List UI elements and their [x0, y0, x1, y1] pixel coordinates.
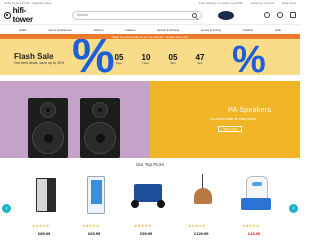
nav-item-outdoor[interactable]: Outdoor [242, 28, 253, 32]
fridge-image [36, 178, 56, 212]
flash-sale-subtitle: Our best deals, save up to 30% [14, 61, 65, 65]
product-card[interactable]: ★★★★★ £59.99 [128, 170, 168, 250]
product-image[interactable] [131, 174, 165, 220]
percent-graphic: % [72, 39, 115, 75]
tweeter [92, 102, 108, 118]
product-card[interactable]: ★★★★★ £69.99 [76, 170, 116, 250]
logo-icon [4, 11, 11, 19]
percent-graphic: % [232, 39, 266, 75]
logo[interactable]: hifi-tower [4, 6, 44, 24]
countdown-timer: 05 Days 10 Hours 05 Mins 47 Secs [110, 53, 209, 65]
deal-badge-icon[interactable] [218, 10, 234, 20]
water-dispenser-image [87, 176, 105, 214]
accessory-box-image [241, 198, 271, 210]
tweeter [40, 102, 56, 118]
countdown-seconds: 47 Secs [191, 53, 209, 65]
nav-item-audio[interactable]: Audio [19, 28, 27, 32]
product-carousel: ‹ ★★★★★ £89.99 ★★★★★ £69.99 ★★★★★ £59.99… [0, 170, 300, 250]
search-input[interactable] [77, 12, 167, 18]
speaker-image [80, 98, 120, 158]
header-icons [264, 12, 296, 18]
trolley-image [131, 184, 165, 208]
product-image[interactable] [186, 174, 218, 220]
wishlist-icon[interactable] [277, 12, 283, 18]
account-icon[interactable] [264, 12, 270, 18]
countdown-value: 10 [141, 53, 151, 62]
countdown-label: Days [116, 62, 122, 65]
product-price: £59.99 [140, 231, 153, 236]
hero-subtitle: Loud and clear at every event [210, 117, 257, 121]
nav-item-home-living[interactable]: Home & Living [201, 28, 221, 32]
countdown-days: 05 Days [110, 53, 128, 65]
delivery-note: Order before 15:00 – shipped today [4, 1, 52, 5]
nav-item-garden[interactable]: Garden [125, 28, 135, 32]
countdown-minutes: 05 Mins [164, 53, 182, 65]
nav-item-sale[interactable]: Sale [275, 28, 281, 32]
flash-sale-banner[interactable]: % % Flash Sale Our best deals, save up t… [0, 39, 300, 75]
utility-link-shop-now[interactable]: Shop Now [282, 1, 296, 5]
product-price: £129.99 [194, 231, 209, 236]
product-card[interactable]: ★★★★★ £129.99 [182, 170, 222, 250]
countdown-label: Secs [197, 62, 203, 65]
woofer [32, 122, 64, 154]
logo-text: hifi-tower [12, 6, 34, 24]
section-title: Our Top Picks [136, 162, 164, 167]
product-image[interactable] [240, 174, 272, 220]
product-card[interactable]: ★★★★★ £49.99 [236, 170, 276, 250]
speaker-image [28, 98, 68, 158]
nav-item-sports[interactable]: Sports & Fitness [157, 28, 179, 32]
page: Order before 15:00 – shipped today Free … [0, 0, 300, 250]
product-image[interactable] [30, 174, 62, 220]
hero-title: PA Speakers [228, 107, 272, 114]
hero-banner[interactable]: PA Speakers Loud and clear at every even… [0, 81, 300, 158]
cart-icon[interactable] [290, 12, 296, 18]
product-rating: ★★★★★ [32, 224, 50, 228]
hero-text-panel: PA Speakers Loud and clear at every even… [150, 81, 300, 158]
product-rating: ★★★★★ [82, 224, 100, 228]
utility-link-free-delivery[interactable]: Free delivery on orders over £50 [199, 1, 242, 5]
carousel-prev-button[interactable]: ‹ [2, 204, 11, 213]
hero-shop-button[interactable]: Shop now [218, 126, 242, 132]
carousel-next-button[interactable]: › [289, 204, 298, 213]
product-card[interactable]: ★★★★★ £89.99 [26, 170, 66, 250]
product-price: £89.99 [38, 231, 51, 236]
countdown-value: 05 [114, 53, 124, 62]
countdown-value: 47 [195, 53, 205, 62]
product-rating: ★★★★★ [134, 224, 152, 228]
nav-item-kitchen[interactable]: Kitchen [94, 28, 104, 32]
countdown-label: Hours [142, 62, 150, 65]
product-price: £69.99 [88, 231, 101, 236]
utility-link-customer-service[interactable]: Customer Service [250, 1, 274, 5]
countdown-label: Mins [170, 62, 176, 65]
product-price: £49.99 [248, 231, 261, 236]
product-rating: ★★★★★ [242, 224, 260, 228]
countdown-value: 05 [168, 53, 178, 62]
hero-image [0, 81, 150, 158]
woofer [84, 122, 116, 154]
site-header: hifi-tower [0, 6, 300, 24]
main-navigation: Audio Home Appliances Kitchen Garden Spo… [0, 24, 300, 34]
lamp-image [194, 188, 212, 204]
utility-links: Free delivery on orders over £50 Custome… [199, 1, 296, 5]
search-bar [72, 10, 202, 20]
nav-item-home-appliances[interactable]: Home Appliances [48, 28, 71, 32]
product-image[interactable] [80, 174, 112, 220]
lamp-cord [202, 174, 203, 188]
flash-sale-title: Flash Sale [14, 52, 54, 61]
search-icon[interactable] [192, 12, 197, 18]
product-rating: ★★★★★ [188, 224, 206, 228]
countdown-hours: 10 Hours [137, 53, 155, 65]
